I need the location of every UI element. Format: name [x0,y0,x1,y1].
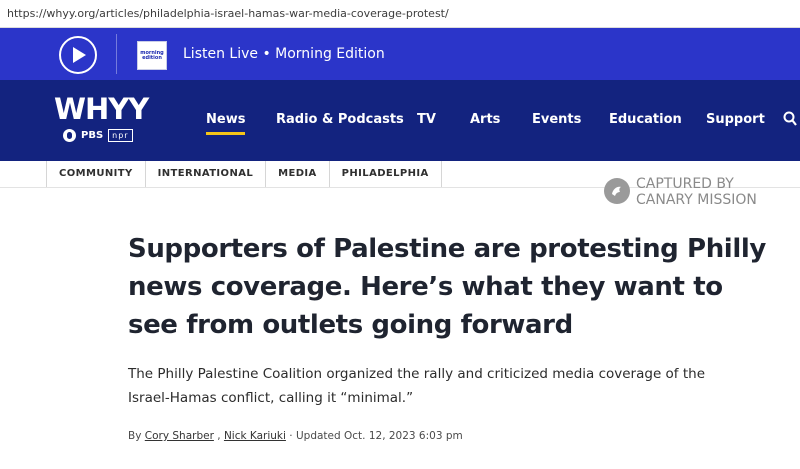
address-bar[interactable]: https://whyy.org/articles/philadelphia-i… [0,0,800,28]
main-nav: WHYY PBS npr News Radio & Podcasts TV Ar… [0,80,800,161]
canary-bird-icon [604,178,630,204]
play-icon [73,47,86,63]
show-thumb-line2: edition [142,55,162,61]
npr-label: npr [108,128,133,142]
divider [116,34,117,74]
byline: By Cory Sharber , Nick Kariuki · Updated… [128,430,463,442]
tag-philadelphia[interactable]: PHILADELPHIA [330,161,442,187]
watermark-line2: CANARY MISSION [636,192,757,208]
listen-live-link[interactable]: Listen Live • Morning Edition [183,46,385,62]
nav-item-tv[interactable]: TV [417,112,436,127]
nav-item-education[interactable]: Education [609,112,682,127]
partner-logos: PBS npr [63,128,133,142]
search-icon[interactable] [783,111,797,127]
watermark-line1: CAPTURED BY [636,176,734,192]
tag-community[interactable]: COMMUNITY [47,161,146,187]
tag-media[interactable]: MEDIA [266,161,330,187]
article-summary: The Philly Palestine Coalition organized… [128,366,706,406]
nav-item-events[interactable]: Events [532,112,581,127]
byline-separator: · [289,430,293,442]
nav-item-arts[interactable]: Arts [470,112,500,127]
play-button[interactable] [59,36,97,74]
article-headline: Supporters of Palestine are protesting P… [128,234,766,340]
author-link[interactable]: Nick Kariuki [224,430,286,442]
tag-international[interactable]: INTERNATIONAL [146,161,267,187]
show-thumbnail[interactable]: morning edition [137,41,167,70]
pbs-logo-icon [63,128,76,142]
nav-item-news[interactable]: News [206,112,246,135]
whyy-logo[interactable]: WHYY [54,92,149,126]
updated-timestamp: Updated Oct. 12, 2023 6:03 pm [295,430,463,442]
pbs-label: PBS [81,129,104,141]
byline-prefix: By [128,430,142,442]
canary-mission-watermark: CAPTURED BY CANARY MISSION [604,176,790,210]
author-link[interactable]: Cory Sharber [145,430,214,442]
nav-item-radio-podcasts[interactable]: Radio & Podcasts [276,112,404,127]
nav-item-support[interactable]: Support [706,112,765,127]
listen-live-bar: morning edition Listen Live • Morning Ed… [0,28,800,80]
